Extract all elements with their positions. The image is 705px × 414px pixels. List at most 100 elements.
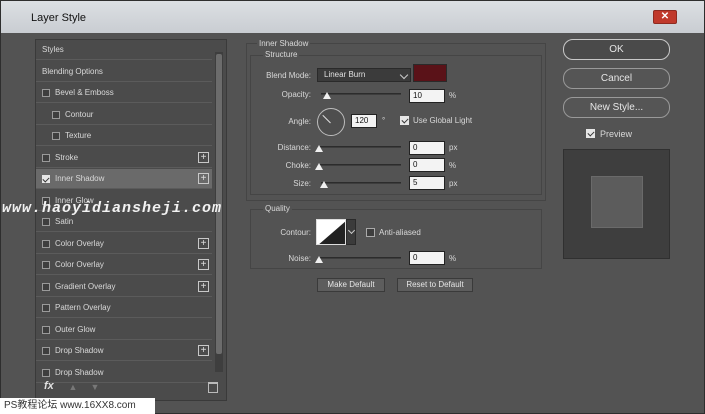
style-item-checkbox[interactable] <box>42 218 50 226</box>
noise-slider-thumb[interactable] <box>315 256 323 263</box>
ok-button[interactable]: OK <box>563 39 670 60</box>
preview-swatch <box>591 176 643 228</box>
noise-slider[interactable] <box>318 257 401 259</box>
angle-input[interactable]: 120 <box>351 114 377 128</box>
style-item-color-overlay[interactable]: Color Overlay + <box>36 234 212 254</box>
style-item-label: Blending Options <box>42 66 103 76</box>
window-title: Layer Style <box>31 12 87 24</box>
style-item-texture[interactable]: Texture <box>36 126 212 146</box>
opacity-input[interactable]: 10 <box>409 89 445 103</box>
style-item-label: Drop Shadow <box>55 346 104 355</box>
anti-aliased-label: Anti-aliased <box>379 228 421 237</box>
style-item-bevel-emboss[interactable]: Bevel & Emboss <box>36 83 212 103</box>
make-default-button[interactable]: Make Default <box>317 278 385 292</box>
style-item-blending-options[interactable]: Blending Options <box>36 62 212 82</box>
shadow-color-swatch[interactable] <box>413 64 447 82</box>
footer-watermark: PS教程论坛 www.16XX8.com <box>0 398 155 414</box>
use-global-light-checkbox[interactable] <box>400 116 409 125</box>
style-item-checkbox[interactable] <box>42 282 50 291</box>
fx-icon[interactable]: fx <box>44 380 54 392</box>
size-input[interactable]: 5 <box>409 176 445 190</box>
opacity-unit: % <box>449 91 457 100</box>
size-slider[interactable] <box>321 182 401 184</box>
style-item-gradient-overlay[interactable]: Gradient Overlay + <box>36 277 212 297</box>
distance-input[interactable]: 0 <box>409 141 445 155</box>
contour-dropdown[interactable] <box>346 219 356 245</box>
noise-unit: % <box>449 254 457 263</box>
add-effect-icon[interactable]: + <box>198 237 209 249</box>
style-item-checkbox[interactable] <box>42 368 50 377</box>
style-item-contour[interactable]: Contour <box>36 105 212 125</box>
distance-unit: px <box>449 143 458 152</box>
distance-label: Distance: <box>277 143 311 152</box>
new-style-button[interactable]: New Style... <box>563 97 670 118</box>
style-item-checkbox[interactable] <box>42 261 50 269</box>
quality-title: Quality <box>263 204 292 213</box>
contour-preview[interactable] <box>316 219 346 245</box>
style-item-drop-shadow[interactable]: Drop Shadow + <box>36 341 212 361</box>
style-item-label: Color Overlay <box>55 260 104 269</box>
style-item-checkbox[interactable] <box>42 175 50 183</box>
style-item-checkbox[interactable] <box>52 132 60 140</box>
style-item-checkbox[interactable] <box>42 325 50 334</box>
cancel-button[interactable]: Cancel <box>563 68 670 89</box>
style-item-label: Stroke <box>55 152 79 162</box>
opacity-slider-thumb[interactable] <box>323 92 331 99</box>
use-global-light-label: Use Global Light <box>413 116 473 125</box>
angle-label: Angle: <box>288 117 311 126</box>
noise-label: Noise: <box>288 254 311 263</box>
chevron-down-icon <box>399 70 409 80</box>
move-up-icon[interactable]: ▲ <box>68 382 78 392</box>
style-item-checkbox[interactable] <box>42 347 50 355</box>
add-effect-icon[interactable]: + <box>198 280 209 292</box>
style-preview <box>563 149 670 259</box>
opacity-label: Opacity: <box>281 90 311 99</box>
preview-label: Preview <box>600 129 633 139</box>
style-item-outer-glow[interactable]: Outer Glow <box>36 320 212 340</box>
choke-slider-thumb[interactable] <box>315 163 323 170</box>
style-item-label: Inner Shadow <box>55 174 105 183</box>
style-item-label: Gradient Overlay <box>55 281 116 291</box>
preview-checkbox[interactable] <box>586 129 595 138</box>
style-item-checkbox[interactable] <box>52 110 60 119</box>
style-item-checkbox[interactable] <box>42 304 50 312</box>
style-item-inner-shadow[interactable]: Inner Shadow + <box>36 169 212 189</box>
add-effect-icon[interactable]: + <box>198 259 209 270</box>
distance-slider-thumb[interactable] <box>315 145 323 152</box>
blend-mode-select[interactable]: Linear Burn <box>317 68 411 82</box>
choke-unit: % <box>449 161 457 170</box>
trash-icon[interactable] <box>208 382 218 393</box>
style-item-checkbox[interactable] <box>42 89 50 97</box>
close-button[interactable]: ✕ <box>653 10 677 24</box>
style-item-stroke[interactable]: Stroke + <box>36 148 212 168</box>
choke-slider[interactable] <box>318 164 401 166</box>
move-down-icon[interactable]: ▼ <box>90 382 100 392</box>
opacity-slider[interactable] <box>321 93 401 95</box>
style-item-label: Outer Glow <box>55 324 96 334</box>
add-effect-icon[interactable]: + <box>198 345 209 356</box>
size-unit: px <box>449 179 458 188</box>
style-item-styles[interactable]: Styles <box>36 40 212 60</box>
size-slider-thumb[interactable] <box>320 181 328 188</box>
style-item-checkbox[interactable] <box>42 153 50 162</box>
reset-to-default-button[interactable]: Reset to Default <box>397 278 473 292</box>
choke-input[interactable]: 0 <box>409 158 445 172</box>
anti-aliased-checkbox[interactable] <box>366 228 375 237</box>
blend-mode-value: Linear Burn <box>324 70 366 79</box>
structure-title: Structure <box>263 50 300 59</box>
distance-slider[interactable] <box>318 146 401 148</box>
title-bar[interactable]: Layer Style ✕ <box>1 1 704 33</box>
style-item-label: Color Overlay <box>55 238 104 248</box>
choke-label: Choke: <box>285 161 311 170</box>
noise-input[interactable]: 0 <box>409 251 445 265</box>
style-item-color-overlay[interactable]: Color Overlay + <box>36 255 212 275</box>
style-item-label: Bevel & Emboss <box>55 88 114 97</box>
style-item-label: Styles <box>42 45 64 54</box>
angle-unit: ° <box>382 116 386 125</box>
style-item-pattern-overlay[interactable]: Pattern Overlay <box>36 298 212 318</box>
add-effect-icon[interactable]: + <box>198 151 209 163</box>
add-effect-icon[interactable]: + <box>198 173 209 184</box>
style-item-label: Texture <box>65 131 92 140</box>
style-item-checkbox[interactable] <box>42 239 50 248</box>
inner-shadow-title: Inner Shadow <box>257 39 311 48</box>
